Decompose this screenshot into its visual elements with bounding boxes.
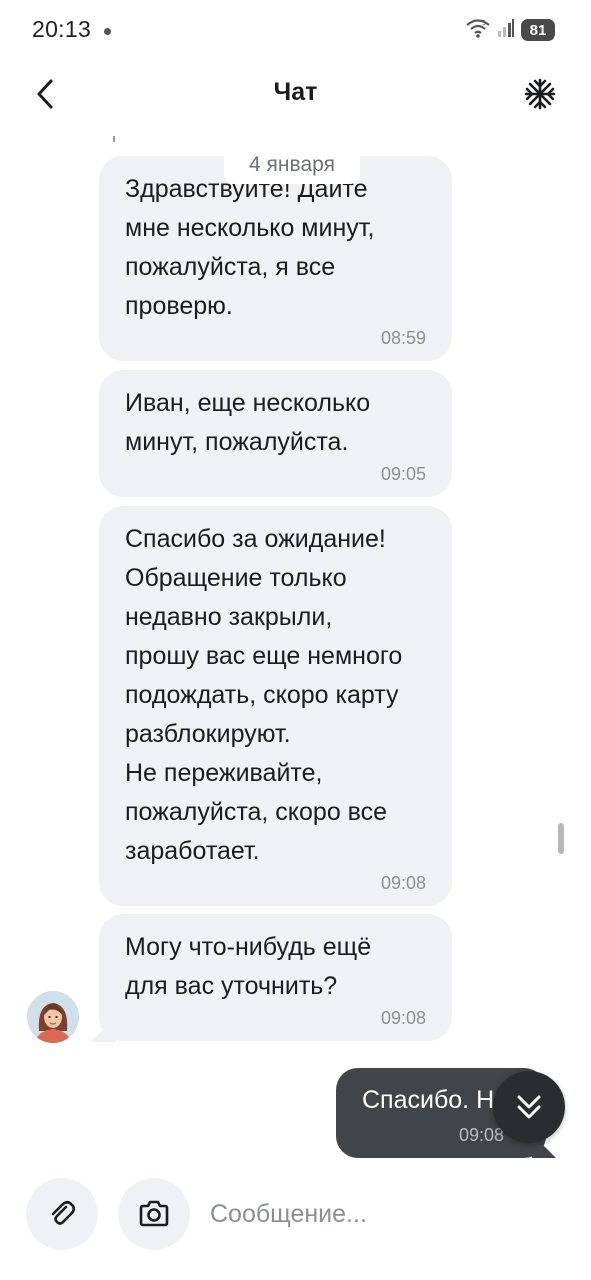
message-input[interactable] [196,1184,566,1244]
message-incoming[interactable]: Здравствуйте! Дайте мне несколько минут,… [99,156,452,361]
bubble-tail [90,1018,116,1042]
notification-dot [104,28,111,35]
message-time: 09:08 [380,1008,426,1028]
attach-button[interactable] [26,1178,98,1250]
message-composer [0,1170,591,1280]
scrollbar[interactable] [558,823,564,854]
camera-icon [139,1200,169,1227]
message-text: Здравствуйте! Дайте мне несколько минут,… [125,175,375,320]
chat-settings-button[interactable] [519,74,561,114]
status-time: 20:13 [32,16,92,42]
message-text: Могу что-нибудь ещё для вас уточнить? [125,933,372,1000]
message-incoming[interactable]: Могу что-нибудь ещё для вас уточнить? 09… [99,914,452,1041]
scroll-to-bottom-button[interactable] [493,1071,565,1143]
paperclip-icon [51,1200,76,1225]
chevron-double-down-icon [517,1095,541,1119]
message-text: Спасибо за ожидание! Обращение только не… [125,525,403,865]
battery-icon: 81 [521,19,555,41]
message-time: 08:59 [380,328,426,348]
page-title: Чат [273,78,318,106]
message-time: 09:05 [380,464,426,484]
agent-avatar[interactable] [27,991,79,1043]
message-incoming[interactable]: Спасибо за ожидание! Обращение только не… [99,506,452,906]
date-separator: 4 января [224,146,360,184]
wifi-icon: 5 [465,17,491,44]
snowflake-icon [524,78,556,110]
message-list[interactable]: Здравствуйте! Дайте мне несколько минут,… [0,126,591,1170]
signal-icon [497,18,515,43]
message-time: 09:08 [380,873,426,893]
status-icons: 5 81 [465,17,555,43]
chat-header: Чат [0,60,591,126]
chat-screen: 20:13 5 81 Чат Здравствуйте! Дайте мне н… [0,0,591,1280]
svg-text:5: 5 [482,20,486,27]
message-text: Иван, еще несколько минут, пожалуйста. [125,389,371,456]
camera-button[interactable] [118,1178,190,1250]
status-bar: 20:13 5 81 [0,0,591,60]
message-time: 09:08 [459,1125,505,1145]
scroll-edge-mark [113,136,115,142]
message-incoming[interactable]: Иван, еще несколько минут, пожалуйста. 0… [99,370,452,497]
